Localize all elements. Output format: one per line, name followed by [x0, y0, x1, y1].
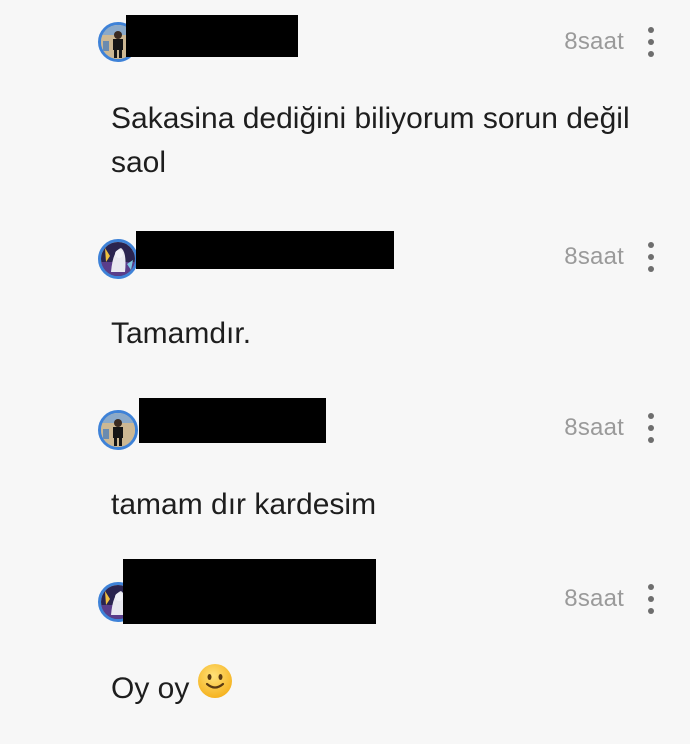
user-avatar-illustration-icon: [101, 242, 135, 276]
avatar[interactable]: [98, 410, 138, 450]
comment-timestamp: 8saat: [564, 414, 624, 441]
comment-timestamp: 8saat: [564, 585, 624, 612]
comment-text: Tamamdır.: [111, 317, 252, 350]
user-avatar-photo-icon: [101, 413, 135, 447]
redacted-username: [126, 15, 298, 57]
redacted-username: [136, 231, 394, 269]
more-options-icon[interactable]: [643, 584, 659, 614]
avatar[interactable]: [98, 239, 138, 279]
redacted-username: [139, 398, 326, 443]
comment-text: Oy oy: [111, 663, 631, 712]
comment-text-content: Oy oy: [111, 672, 190, 705]
comment-text: tamam dır kardesim: [111, 488, 377, 521]
redacted-username: [123, 559, 376, 624]
more-options-icon[interactable]: [643, 413, 659, 443]
slightly-smiling-face-icon: [197, 663, 233, 712]
comment-timestamp: 8saat: [564, 243, 624, 270]
comment-timestamp: 8saat: [564, 28, 624, 55]
more-options-icon[interactable]: [643, 242, 659, 272]
more-options-icon[interactable]: [643, 27, 659, 57]
comment-text: Sakasina dediğini biliyorum sorun değil …: [111, 102, 630, 179]
